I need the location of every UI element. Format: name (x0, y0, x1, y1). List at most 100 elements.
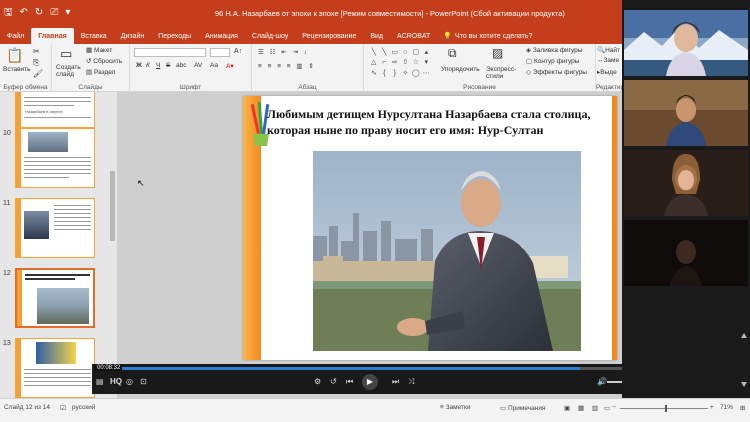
participant-tile-2[interactable] (624, 80, 748, 146)
undo-icon[interactable]: ↶ (20, 8, 28, 18)
spellcheck-icon[interactable]: ☑ (60, 404, 66, 412)
tab-home[interactable]: Главная (31, 28, 74, 44)
video-prev-icon[interactable]: ⏮ (346, 377, 353, 387)
zoom-slider-knob[interactable] (664, 405, 667, 412)
thumbnail-slide-13[interactable] (15, 338, 95, 398)
shape-star2-icon[interactable]: ✧ (401, 69, 411, 78)
slide-thumbnails-panel[interactable]: Назарбаев в апреле 10 11 12 13 (0, 92, 118, 398)
slide-title[interactable]: Любимым детищем Нурсултана Назарбаева ст… (267, 106, 607, 138)
italic-button[interactable]: К (146, 62, 150, 69)
thumbnail-slide-11[interactable] (15, 198, 95, 258)
reset-button[interactable]: ↺ Сбросить (86, 57, 122, 65)
thumbnail-slide-9[interactable]: Назарбаев в апреле (15, 92, 95, 128)
new-slide-button[interactable]: Создать слайд (56, 64, 82, 78)
strike-button[interactable]: S (166, 62, 170, 69)
shapes-gallery[interactable]: ╲ ╲ ▭ ○ ▢ ▴ △ ⌐ ⇨ ⇧ ☆ ▾ ∿ { } ✧ ◯ ⋯ (369, 48, 431, 78)
underline-button[interactable]: Ч (156, 62, 160, 69)
tell-me-box[interactable]: 💡 Что вы хотите сделать? (437, 28, 532, 44)
reading-view-icon[interactable]: ▥ (592, 404, 598, 412)
tab-slideshow[interactable]: Слайд-шоу (245, 28, 295, 44)
arrange-icon[interactable]: ⧉ (448, 46, 457, 61)
tab-design[interactable]: Дизайн (114, 28, 152, 44)
shape-l-icon[interactable]: ⌐ (380, 58, 390, 67)
tab-file[interactable]: Файл (0, 28, 31, 44)
thumbnail-scrollbar[interactable] (110, 96, 115, 346)
shape-effects-button[interactable]: ◇ Эффекты фигуры (526, 68, 587, 76)
zoom-out-icon[interactable]: − (612, 404, 616, 411)
shape-expand-icon[interactable]: ⋯ (422, 69, 432, 78)
normal-view-icon[interactable]: ▣ (564, 404, 570, 412)
notes-button[interactable]: ≡ Заметки (440, 404, 470, 411)
slideshow-start-icon[interactable]: ⎚ (50, 8, 58, 18)
shape-more2-icon[interactable]: ▾ (422, 58, 432, 67)
video-audio-icon[interactable]: ◎ (126, 377, 133, 387)
thumbnail-slide-12[interactable] (15, 268, 95, 328)
shape-tri-icon[interactable]: △ (369, 58, 379, 67)
video-volume-icon[interactable]: 🔊 (597, 377, 607, 387)
fit-slide-icon[interactable]: ⊞ (740, 404, 745, 412)
new-slide-icon[interactable]: ▭ (60, 46, 72, 62)
zoom-in-icon[interactable]: + (710, 404, 714, 411)
shape-uarrow-icon[interactable]: ⇧ (401, 58, 411, 67)
shape-brace2-icon[interactable]: } (390, 69, 400, 78)
comments-button[interactable]: ▭ Примечания (500, 404, 545, 412)
section-button[interactable]: ▤ Раздел (86, 68, 115, 76)
participant-tile-4[interactable] (624, 220, 748, 286)
shape-oval-icon[interactable]: ○ (401, 48, 411, 57)
tab-review[interactable]: Рецензирование (295, 28, 363, 44)
save-icon[interactable]: 🖫 (4, 8, 13, 18)
replace-button[interactable]: ↔Заме (597, 57, 619, 64)
paste-icon[interactable]: 📋 (6, 47, 23, 64)
slide-photo[interactable] (313, 151, 581, 351)
list-buttons[interactable]: ☰ ☷ ⇤ ⇥ ↕ (258, 48, 309, 56)
paste-button[interactable]: Вставить (3, 66, 31, 73)
font-name-combo[interactable] (134, 48, 206, 57)
grow-font-icon[interactable]: A↑ (234, 48, 242, 55)
video-quality-button[interactable]: HQ (110, 377, 122, 387)
shape-rrect-icon[interactable]: ▢ (411, 48, 421, 57)
redo-icon[interactable]: ↻ (35, 8, 43, 18)
align-buttons[interactable]: ≡ ≡ ≡ ≡ ▥ ⇕ (258, 62, 316, 70)
zoom-level[interactable]: 71% (720, 404, 733, 411)
customize-qat-icon[interactable]: ▾ (65, 8, 70, 18)
layout-button[interactable]: ▦ Макет (86, 46, 112, 54)
select-button[interactable]: ▸Выде (597, 68, 617, 76)
video-next-icon[interactable]: ⏭ (392, 377, 399, 387)
participant-tile-1[interactable] (624, 10, 748, 76)
thumbnail-slide-10[interactable] (15, 128, 95, 188)
shape-callout-icon[interactable]: ◯ (411, 69, 421, 78)
video-progress-track[interactable] (95, 367, 652, 370)
tab-insert[interactable]: Вставка (74, 28, 114, 44)
thumbnail-scroll-thumb[interactable] (110, 171, 115, 241)
slideshow-view-icon[interactable]: ▭ (604, 404, 610, 412)
shape-more-icon[interactable]: ▴ (422, 48, 432, 57)
bold-button[interactable]: Ж (136, 62, 142, 69)
quick-styles-icon[interactable]: ▨ (492, 46, 503, 60)
video-shuffle-icon[interactable]: ⤨ (408, 377, 414, 387)
video-menu-icon[interactable]: ▤ (96, 377, 104, 387)
gallery-scroll-arrows-icon[interactable] (740, 330, 748, 390)
cut-icon[interactable]: ✂ (33, 47, 40, 56)
format-painter-icon[interactable]: 🖌 (33, 69, 43, 78)
participant-tile-3[interactable] (624, 150, 748, 216)
shape-arrow-icon[interactable]: ⇨ (390, 58, 400, 67)
shape-curve-icon[interactable]: ∿ (369, 69, 379, 78)
change-case-icon[interactable]: Aa (210, 62, 218, 69)
shadow-button[interactable]: abc (176, 62, 186, 69)
quick-styles-button[interactable]: Экспресс-стили (486, 66, 522, 80)
arrange-button[interactable]: Упорядочить (441, 66, 480, 73)
tab-acrobat[interactable]: ACROBAT (390, 28, 437, 44)
font-size-combo[interactable] (210, 48, 230, 57)
find-button[interactable]: 🔍Найт (597, 46, 620, 54)
copy-icon[interactable]: ⎘ (33, 58, 39, 68)
char-spacing-icon[interactable]: AV (194, 62, 202, 69)
sorter-view-icon[interactable]: ▦ (578, 404, 584, 412)
slide-editor[interactable]: Любимым детищем Нурсултана Назарбаева ст… (118, 92, 622, 398)
video-pip-icon[interactable]: ⊡ (140, 377, 147, 387)
video-settings-icon[interactable]: ⚙ (314, 377, 321, 387)
shape-brace-icon[interactable]: { (380, 69, 390, 78)
video-play-button[interactable]: ▶ (362, 374, 378, 390)
language-indicator[interactable]: русский (72, 404, 95, 411)
shape-star-icon[interactable]: ☆ (411, 58, 421, 67)
tab-animation[interactable]: Анимация (198, 28, 245, 44)
